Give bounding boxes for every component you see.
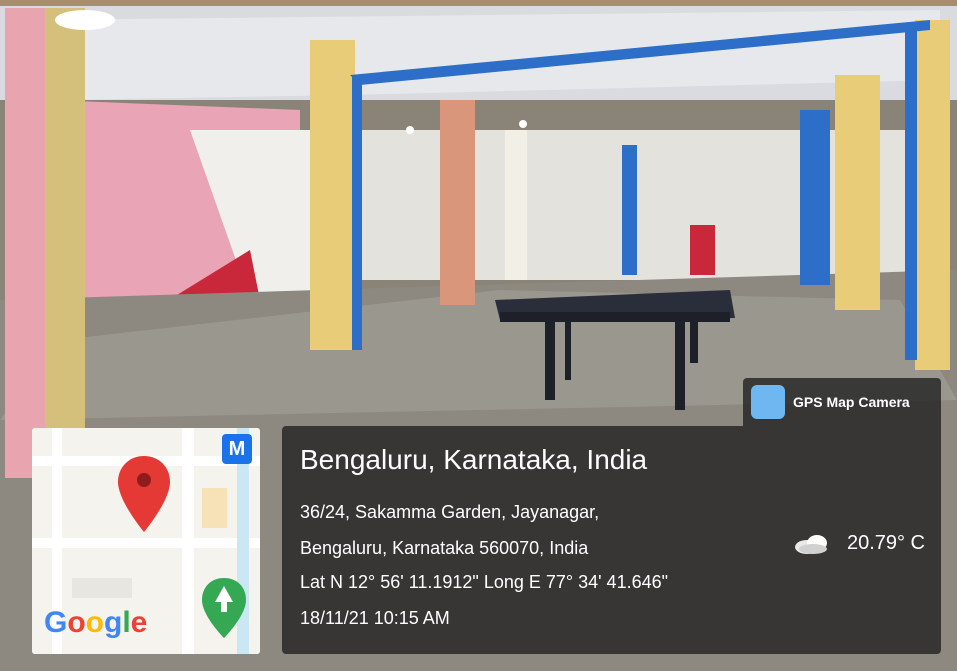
location-pin-icon	[118, 456, 170, 532]
coordinates: Lat N 12° 56' 11.1912" Long E 77° 34' 41…	[300, 572, 668, 592]
google-logo: Google	[44, 606, 148, 639]
weather: 20.79° C	[793, 532, 925, 555]
park-pin-icon	[202, 578, 246, 638]
cloudy-icon	[794, 534, 827, 554]
datetime: 18/11/21 10:15 AM	[300, 608, 450, 628]
address-line-2: Bengaluru, Karnataka 560070, India	[300, 538, 589, 558]
metro-icon: M	[222, 434, 252, 464]
map-thumbnail: M Google	[32, 428, 260, 654]
location-title: Bengaluru, Karnataka, India	[300, 444, 648, 475]
address-line-1: 36/24, Sakamma Garden, Jayanagar,	[300, 502, 600, 522]
gps-map-camera-app-icon	[751, 385, 785, 419]
app-badge: GPS Map Camera	[743, 378, 941, 426]
location-info-panel: Bengaluru, Karnataka, India 36/24, Sakam…	[282, 426, 941, 654]
temperature: 20.79° C	[846, 532, 925, 554]
app-name: GPS Map Camera	[793, 394, 910, 410]
